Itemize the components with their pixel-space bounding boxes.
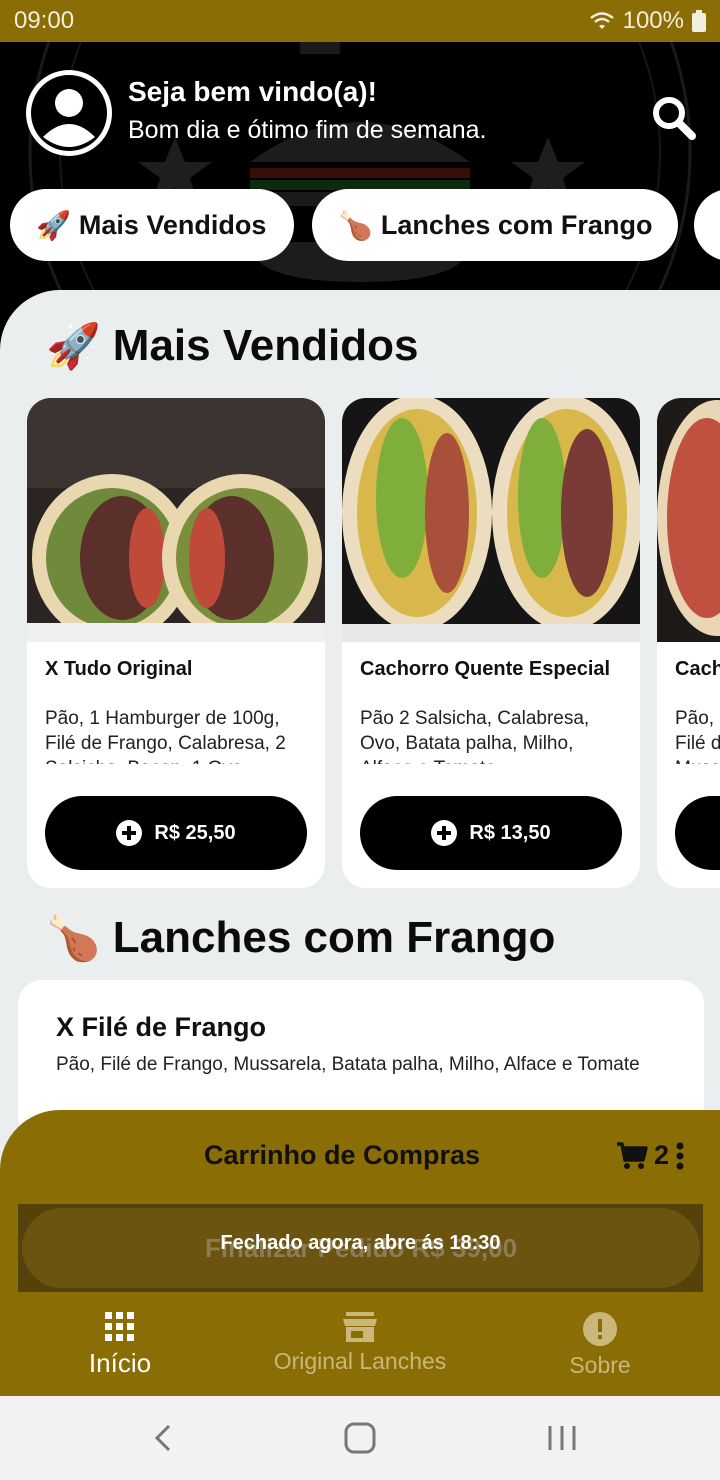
grid-icon: [105, 1312, 134, 1341]
rocket-icon: 🚀: [36, 209, 71, 241]
cart-panel: Carrinho de Compras 2 Finalizar Pedido R…: [0, 1110, 720, 1300]
home-icon[interactable]: [340, 1422, 380, 1454]
greeting-text: Bom dia e ótimo fim de semana.: [128, 116, 487, 144]
product-image: [657, 398, 720, 642]
nav-item-sobre[interactable]: Sobre: [480, 1300, 720, 1396]
battery-icon: [692, 10, 706, 32]
checkout-overlay: Finalizar Pedido R$ 39,00 Fechado agora,…: [18, 1204, 703, 1292]
nav-item-original-lanches[interactable]: Original Lanches: [240, 1300, 480, 1396]
add-to-cart-button[interactable]: R$ 13,50: [360, 796, 622, 870]
search-icon: [653, 97, 696, 140]
nav-label: Início: [88, 1348, 152, 1378]
system-navigation-bar: [0, 1396, 720, 1480]
chicken-leg-icon: 🍗: [338, 209, 373, 241]
chicken-leg-icon: 🍗: [46, 914, 101, 963]
chip-next[interactable]: [694, 189, 720, 261]
chip-mais-vendidos[interactable]: 🚀 Mais Vendidos: [10, 189, 294, 261]
price-label: R$ 25,50: [154, 821, 236, 844]
section-title-lanches-com-frango: 🍗 Lanches com Frango: [46, 912, 555, 964]
product-name: Cach: [675, 658, 720, 680]
header: Seja bem vindo(a)! Bom dia e ótimo fim d…: [0, 42, 720, 302]
recent-apps-icon[interactable]: [542, 1422, 582, 1454]
avatar[interactable]: [26, 70, 112, 156]
nav-item-inicio[interactable]: Início: [0, 1300, 240, 1396]
search-button[interactable]: [650, 94, 698, 142]
product-name: Cachorro Quente Especial: [360, 658, 611, 680]
product-name: X Filé de Frango: [56, 1012, 267, 1042]
category-chips: 🚀 Mais Vendidos 🍗 Lanches com Frango: [0, 189, 720, 263]
welcome-title: Seja bem vindo(a)!: [128, 76, 377, 107]
closed-message: Fechado agora, abre ás 18:30: [220, 1232, 501, 1254]
nav-label: Original Lanches: [273, 1348, 447, 1374]
wifi-icon: [589, 12, 614, 29]
product-description: Pão, 1 Hamburger de 100g, Filé de Frango…: [45, 708, 286, 764]
price-label: R$ 13,50: [469, 821, 551, 844]
shopping-cart-icon: [617, 1141, 648, 1169]
product-image: [342, 398, 640, 642]
add-to-cart-button[interactable]: R$ 25,50: [45, 796, 307, 870]
product-description: Pão 2 Salsicha, Calabresa, Ovo, Batata p…: [360, 708, 590, 764]
section-title-text: Mais Vendidos: [112, 321, 419, 370]
info-icon: [583, 1312, 617, 1346]
back-icon[interactable]: [145, 1422, 185, 1454]
product-card[interactable]: X Tudo Original Pão, 1 Hamburger de 100g…: [27, 398, 325, 888]
battery-percent: 100%: [622, 7, 684, 34]
section-title-mais-vendidos: 🚀 Mais Vendidos: [46, 320, 418, 372]
cart-count: 2: [654, 1140, 670, 1170]
bottom-navigation: Início Original Lanches Sobre: [0, 1300, 720, 1396]
status-indicators: 100%: [589, 7, 706, 35]
product-name: X Tudo Original: [45, 658, 193, 680]
rocket-icon: 🚀: [46, 322, 101, 371]
cart-title: Carrinho de Compras: [203, 1140, 481, 1170]
add-to-cart-button[interactable]: [675, 796, 720, 870]
store-icon: [343, 1312, 377, 1342]
plus-circle-icon: [116, 820, 143, 846]
product-description: Pão, 2 Filé d Mussa: [675, 708, 720, 764]
product-image: [27, 398, 325, 642]
product-card[interactable]: Cachorro Quente Especial Pão 2 Salsicha,…: [342, 398, 640, 888]
user-icon: [31, 75, 107, 151]
status-bar: 09:00 100%: [0, 0, 720, 42]
cart-summary[interactable]: 2: [616, 1140, 685, 1171]
plus-circle-icon: [431, 820, 458, 846]
chip-label: Mais Vendidos: [78, 209, 267, 240]
product-description: Pão, Filé de Frango, Mussarela, Batata p…: [56, 1054, 640, 1075]
chip-lanches-com-frango[interactable]: 🍗 Lanches com Frango: [312, 189, 678, 261]
more-vertical-icon[interactable]: [675, 1142, 685, 1170]
section-title-text: Lanches com Frango: [112, 913, 556, 962]
status-time: 09:00: [14, 7, 75, 34]
nav-label: Sobre: [569, 1352, 631, 1378]
product-card[interactable]: Cach Pão, 2 Filé d Mussa: [657, 398, 720, 888]
chip-label: Lanches com Frango: [380, 209, 653, 240]
